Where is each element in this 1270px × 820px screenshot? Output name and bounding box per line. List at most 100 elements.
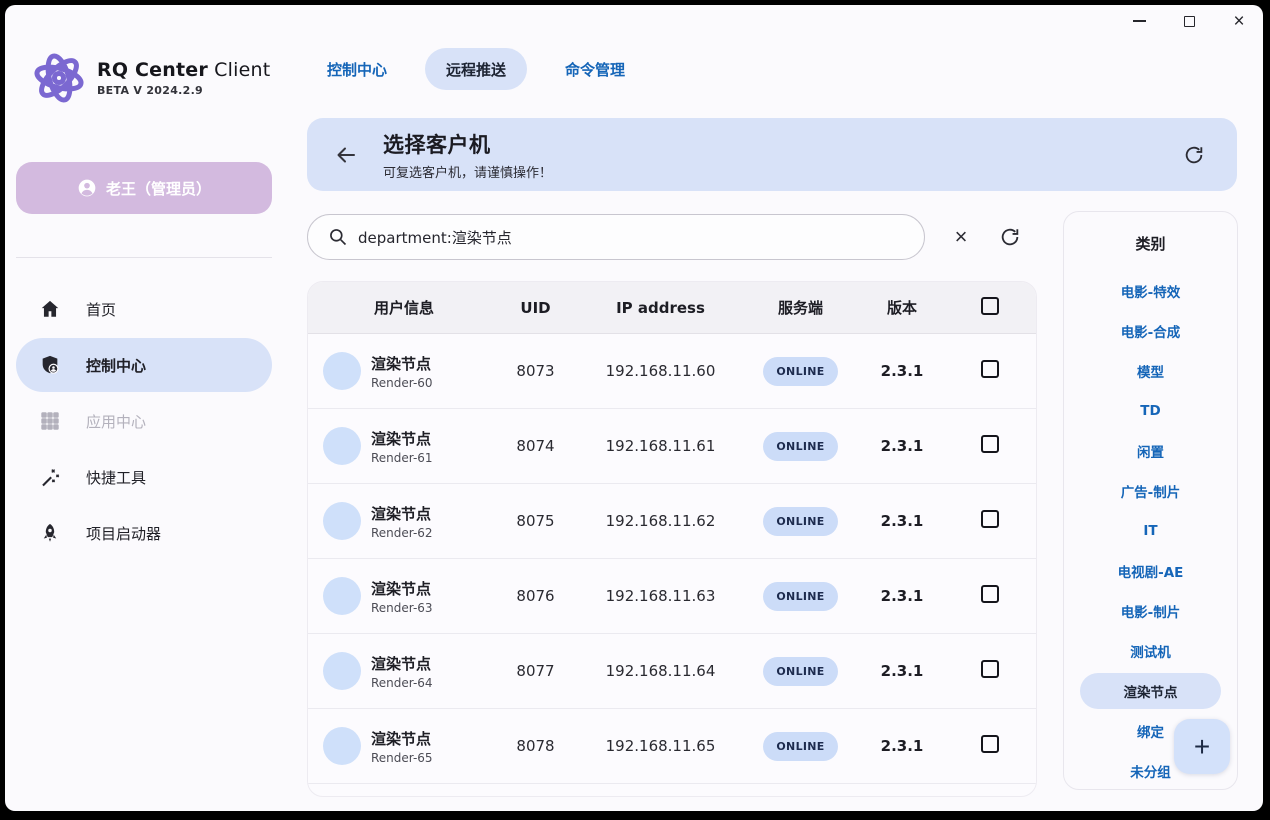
client-avatar (323, 652, 361, 690)
category-item[interactable]: IT (1064, 511, 1237, 551)
status-badge: ONLINE (763, 582, 837, 611)
version-cell: 2.3.1 (873, 587, 931, 605)
col-user-info: 用户信息 (308, 297, 478, 318)
client-avatar (323, 577, 361, 615)
app-logo: RQ Center Client BETA V 2024.2.9 (30, 49, 270, 107)
category-item[interactable]: 电影-特效 (1064, 271, 1237, 311)
client-name: 渲染节点 (371, 353, 433, 374)
sidebar-item: 应用中心 (16, 394, 272, 448)
category-item[interactable]: TD (1064, 391, 1237, 431)
version-cell: 2.3.1 (873, 737, 931, 755)
category-panel-title: 类别 (1064, 233, 1237, 254)
page-title: 选择客户机 (383, 129, 1179, 159)
shield-person-icon (38, 353, 62, 377)
uid-cell: 8074 (478, 437, 593, 455)
col-uid: UID (478, 299, 593, 317)
user-badge-label: 老王（管理员） (106, 178, 211, 199)
atom-logo-icon (30, 49, 88, 107)
category-item[interactable]: 广告-制片 (1064, 471, 1237, 511)
page-subtitle: 可复选客户机，请谨慎操作！ (383, 162, 1179, 181)
uid-cell: 8078 (478, 737, 593, 755)
search-clear-button[interactable]: × (946, 222, 976, 252)
ip-cell: 192.168.11.60 (593, 362, 728, 380)
top-tabs: 控制中心 远程推送 命令管理 (327, 48, 625, 90)
row-checkbox[interactable] (981, 435, 999, 453)
client-name: 渲染节点 (371, 728, 433, 749)
category-item[interactable]: 电视剧-AE (1064, 551, 1237, 591)
sidebar-item-label: 应用中心 (86, 411, 146, 432)
banner-refresh-button[interactable] (1179, 140, 1209, 170)
category-panel: 类别 电影-特效电影-合成模型TD闲置广告-制片IT电视剧-AE电影-制片测试机… (1063, 211, 1238, 790)
client-name: 渲染节点 (371, 428, 433, 449)
category-item[interactable]: 模型 (1064, 351, 1237, 391)
uid-cell: 8077 (478, 662, 593, 680)
table-row[interactable]: 渲染节点Render-628075192.168.11.62ONLINE2.3.… (308, 484, 1036, 559)
apps-grid-icon (38, 409, 62, 433)
status-badge: ONLINE (763, 657, 837, 686)
sidebar-item[interactable]: 控制中心 (16, 338, 272, 392)
row-checkbox[interactable] (981, 585, 999, 603)
status-badge: ONLINE (763, 507, 837, 536)
status-badge: ONLINE (763, 432, 837, 461)
sidebar-item-label: 项目启动器 (86, 523, 161, 544)
row-checkbox[interactable] (981, 735, 999, 753)
app-window: × RQ Center Client BETA V 2024.2.9 老王（管理… (5, 5, 1263, 811)
sidebar-item[interactable]: 快捷工具 (16, 450, 272, 504)
close-button[interactable]: × (1221, 7, 1257, 35)
window-controls: × (1121, 7, 1257, 35)
sidebar-item-label: 首页 (86, 299, 116, 320)
version-cell: 2.3.1 (873, 437, 931, 455)
search-icon (328, 227, 348, 247)
ip-cell: 192.168.11.63 (593, 587, 728, 605)
select-all-checkbox[interactable] (981, 297, 999, 315)
category-item[interactable]: 电影-合成 (1064, 311, 1237, 351)
table-row[interactable]: 渲染节点Render-658078192.168.11.65ONLINE2.3.… (308, 709, 1036, 784)
client-name: 渲染节点 (371, 578, 433, 599)
category-item[interactable]: 电影-制片 (1064, 591, 1237, 631)
close-icon: × (1233, 12, 1244, 31)
row-checkbox[interactable] (981, 510, 999, 528)
ip-cell: 192.168.11.62 (593, 512, 728, 530)
client-table: 用户信息 UID IP address 服务端 版本 渲染节点 Render-60… (307, 281, 1037, 797)
table-row[interactable]: 渲染节点Render-608073192.168.11.60ONLINE2.3.… (308, 334, 1036, 409)
tab-control-center[interactable]: 控制中心 (327, 48, 387, 90)
minimize-button[interactable] (1121, 7, 1157, 35)
version-cell: 2.3.1 (873, 662, 931, 680)
row-checkbox[interactable] (981, 360, 999, 378)
table-row[interactable]: 渲染节点Render-638076192.168.11.63ONLINE2.3.… (308, 559, 1036, 634)
app-version: BETA V 2024.2.9 (97, 84, 270, 97)
app-title: RQ Center Client (97, 59, 270, 81)
category-item[interactable]: 测试机 (1064, 631, 1237, 671)
ip-cell: 192.168.11.65 (593, 737, 728, 755)
refresh-icon (999, 226, 1021, 248)
col-ip: IP address (593, 299, 728, 317)
table-header: 用户信息 UID IP address 服务端 版本 (308, 282, 1036, 334)
back-button[interactable] (331, 140, 361, 170)
maximize-button[interactable] (1171, 7, 1207, 35)
uid-cell: 8075 (478, 512, 593, 530)
client-id: Render-60 (371, 376, 433, 390)
category-item[interactable]: 渲染节点 (1080, 673, 1221, 709)
table-row[interactable]: 渲染节点Render-618074192.168.11.61ONLINE2.3.… (308, 409, 1036, 484)
category-item[interactable]: 闲置 (1064, 431, 1237, 471)
sidebar-item[interactable]: 首页 (16, 282, 272, 336)
client-name: 渲染节点 (371, 503, 433, 524)
ip-cell: 192.168.11.64 (593, 662, 728, 680)
search-input[interactable] (358, 228, 908, 246)
sidebar-item[interactable]: 项目启动器 (16, 506, 272, 560)
client-id: Render-64 (371, 676, 433, 690)
plus-icon: + (1194, 731, 1210, 763)
add-category-button[interactable]: + (1174, 719, 1230, 774)
rocket-icon (38, 521, 62, 545)
status-badge: ONLINE (763, 732, 837, 761)
user-badge[interactable]: 老王（管理员） (16, 162, 272, 214)
client-avatar (323, 727, 361, 765)
table-row[interactable]: 渲染节点Render-648077192.168.11.64ONLINE2.3.… (308, 634, 1036, 709)
search-refresh-button[interactable] (995, 222, 1025, 252)
tab-command-management[interactable]: 命令管理 (565, 48, 625, 90)
row-checkbox[interactable] (981, 660, 999, 678)
tab-remote-push[interactable]: 远程推送 (425, 48, 527, 90)
search-bar (307, 214, 925, 260)
person-icon (77, 178, 97, 198)
version-cell: 2.3.1 (873, 512, 931, 530)
